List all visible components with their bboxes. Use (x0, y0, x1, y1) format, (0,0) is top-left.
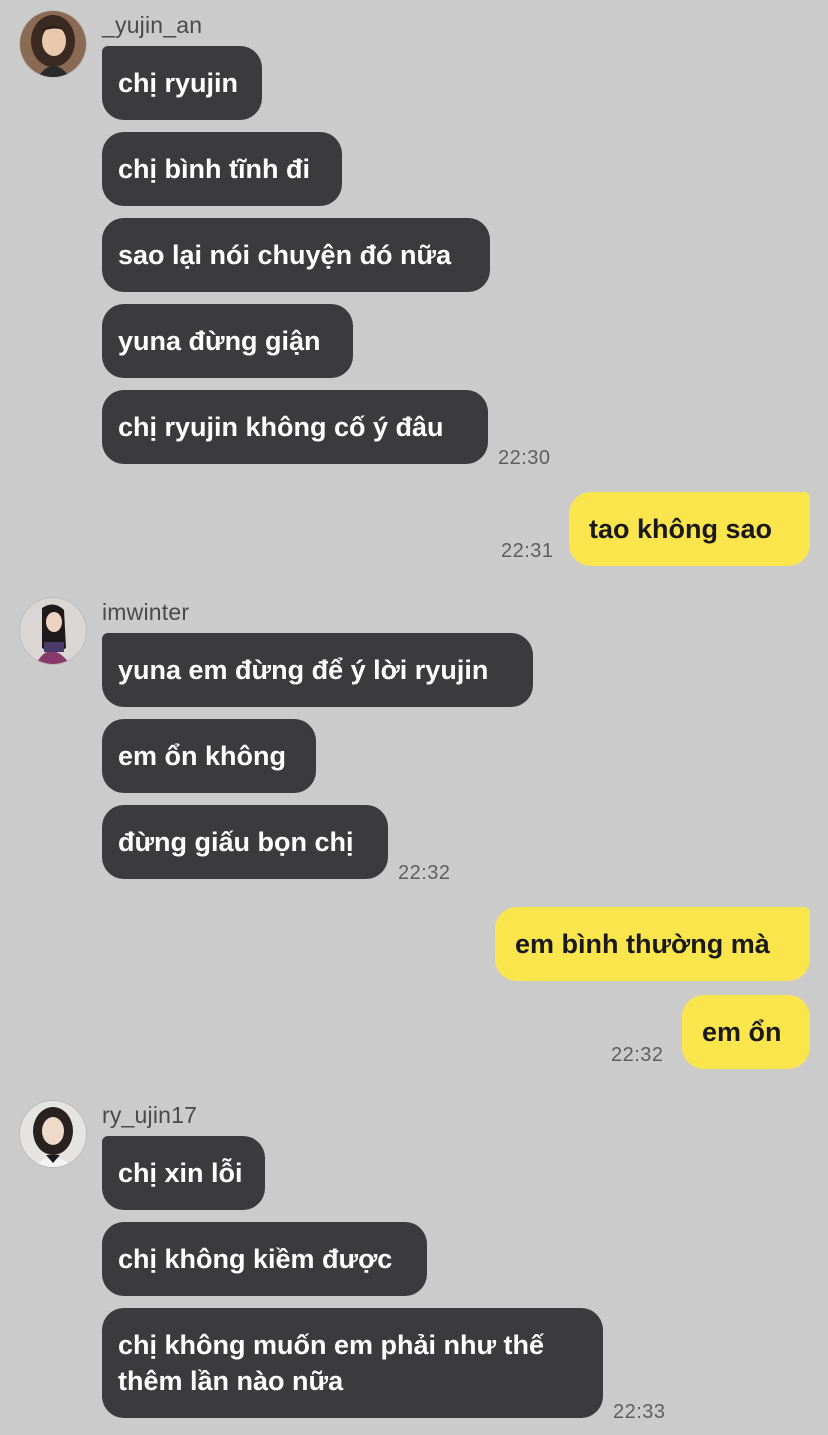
avatar-yujin-an[interactable] (20, 11, 86, 77)
message-text: chị xin lỗi (118, 1158, 243, 1188)
profile-photo-icon (20, 11, 86, 77)
message-text: yuna đừng giận (118, 326, 321, 356)
message-bubble[interactable]: chị ryujin không cố ý đâu (102, 390, 488, 464)
message-bubble[interactable]: đừng giấu bọn chị (102, 805, 388, 879)
sender-name: _yujin_an (102, 12, 203, 38)
profile-photo-icon (20, 598, 86, 664)
message-bubble[interactable]: yuna em đừng để ý lời ryujin (102, 633, 533, 707)
message-bubble[interactable]: em ổn (682, 995, 810, 1069)
message-bubble[interactable]: em bình thường mà (495, 907, 810, 981)
message-text: chị ryujin (118, 68, 239, 98)
message-timestamp: 22:33 (613, 1401, 666, 1423)
message-text: em ổn (702, 1017, 782, 1047)
message-text: đừng giấu bọn chị (118, 827, 354, 857)
message-text: em bình thường mà (515, 929, 770, 959)
message-bubble[interactable]: chị bình tĩnh đi (102, 132, 342, 206)
message-bubble[interactable]: chị ryujin (102, 46, 262, 120)
profile-photo-icon (20, 1101, 86, 1167)
message-text: em ổn không (118, 741, 286, 771)
message-text: chị không muốn em phải như thế thêm lần … (118, 1330, 545, 1396)
sender-name: ry_ujin17 (102, 1102, 198, 1128)
message-bubble[interactable]: yuna đừng giận (102, 304, 353, 378)
message-timestamp: 22:30 (498, 447, 551, 469)
chat-message-list[interactable]: _yujin_an chị ryujin chị bình tĩnh đi sa… (0, 0, 828, 1435)
message-bubble[interactable]: em ổn không (102, 719, 316, 793)
message-text: sao lại nói chuyện đó nữa (118, 240, 452, 270)
message-timestamp: 22:31 (501, 540, 554, 562)
message-bubble[interactable]: chị xin lỗi (102, 1136, 265, 1210)
message-text: chị bình tĩnh đi (118, 154, 310, 184)
avatar-ry-ujin17[interactable] (20, 1101, 86, 1167)
message-text: chị không kiềm được (118, 1244, 393, 1274)
message-bubble[interactable]: sao lại nói chuyện đó nữa (102, 218, 490, 292)
message-timestamp: 22:32 (398, 862, 451, 884)
message-bubble[interactable]: chị không muốn em phải như thế thêm lần … (102, 1308, 603, 1418)
message-text: yuna em đừng để ý lời ryujin (118, 655, 489, 685)
message-text: chị ryujin không cố ý đâu (118, 412, 444, 442)
avatar-imwinter[interactable] (20, 598, 86, 664)
message-bubble[interactable]: chị không kiềm được (102, 1222, 427, 1296)
message-text: tao không sao (589, 514, 773, 544)
sender-name: imwinter (102, 599, 190, 625)
message-timestamp: 22:32 (611, 1044, 664, 1066)
message-bubble[interactable]: tao không sao (569, 492, 810, 566)
